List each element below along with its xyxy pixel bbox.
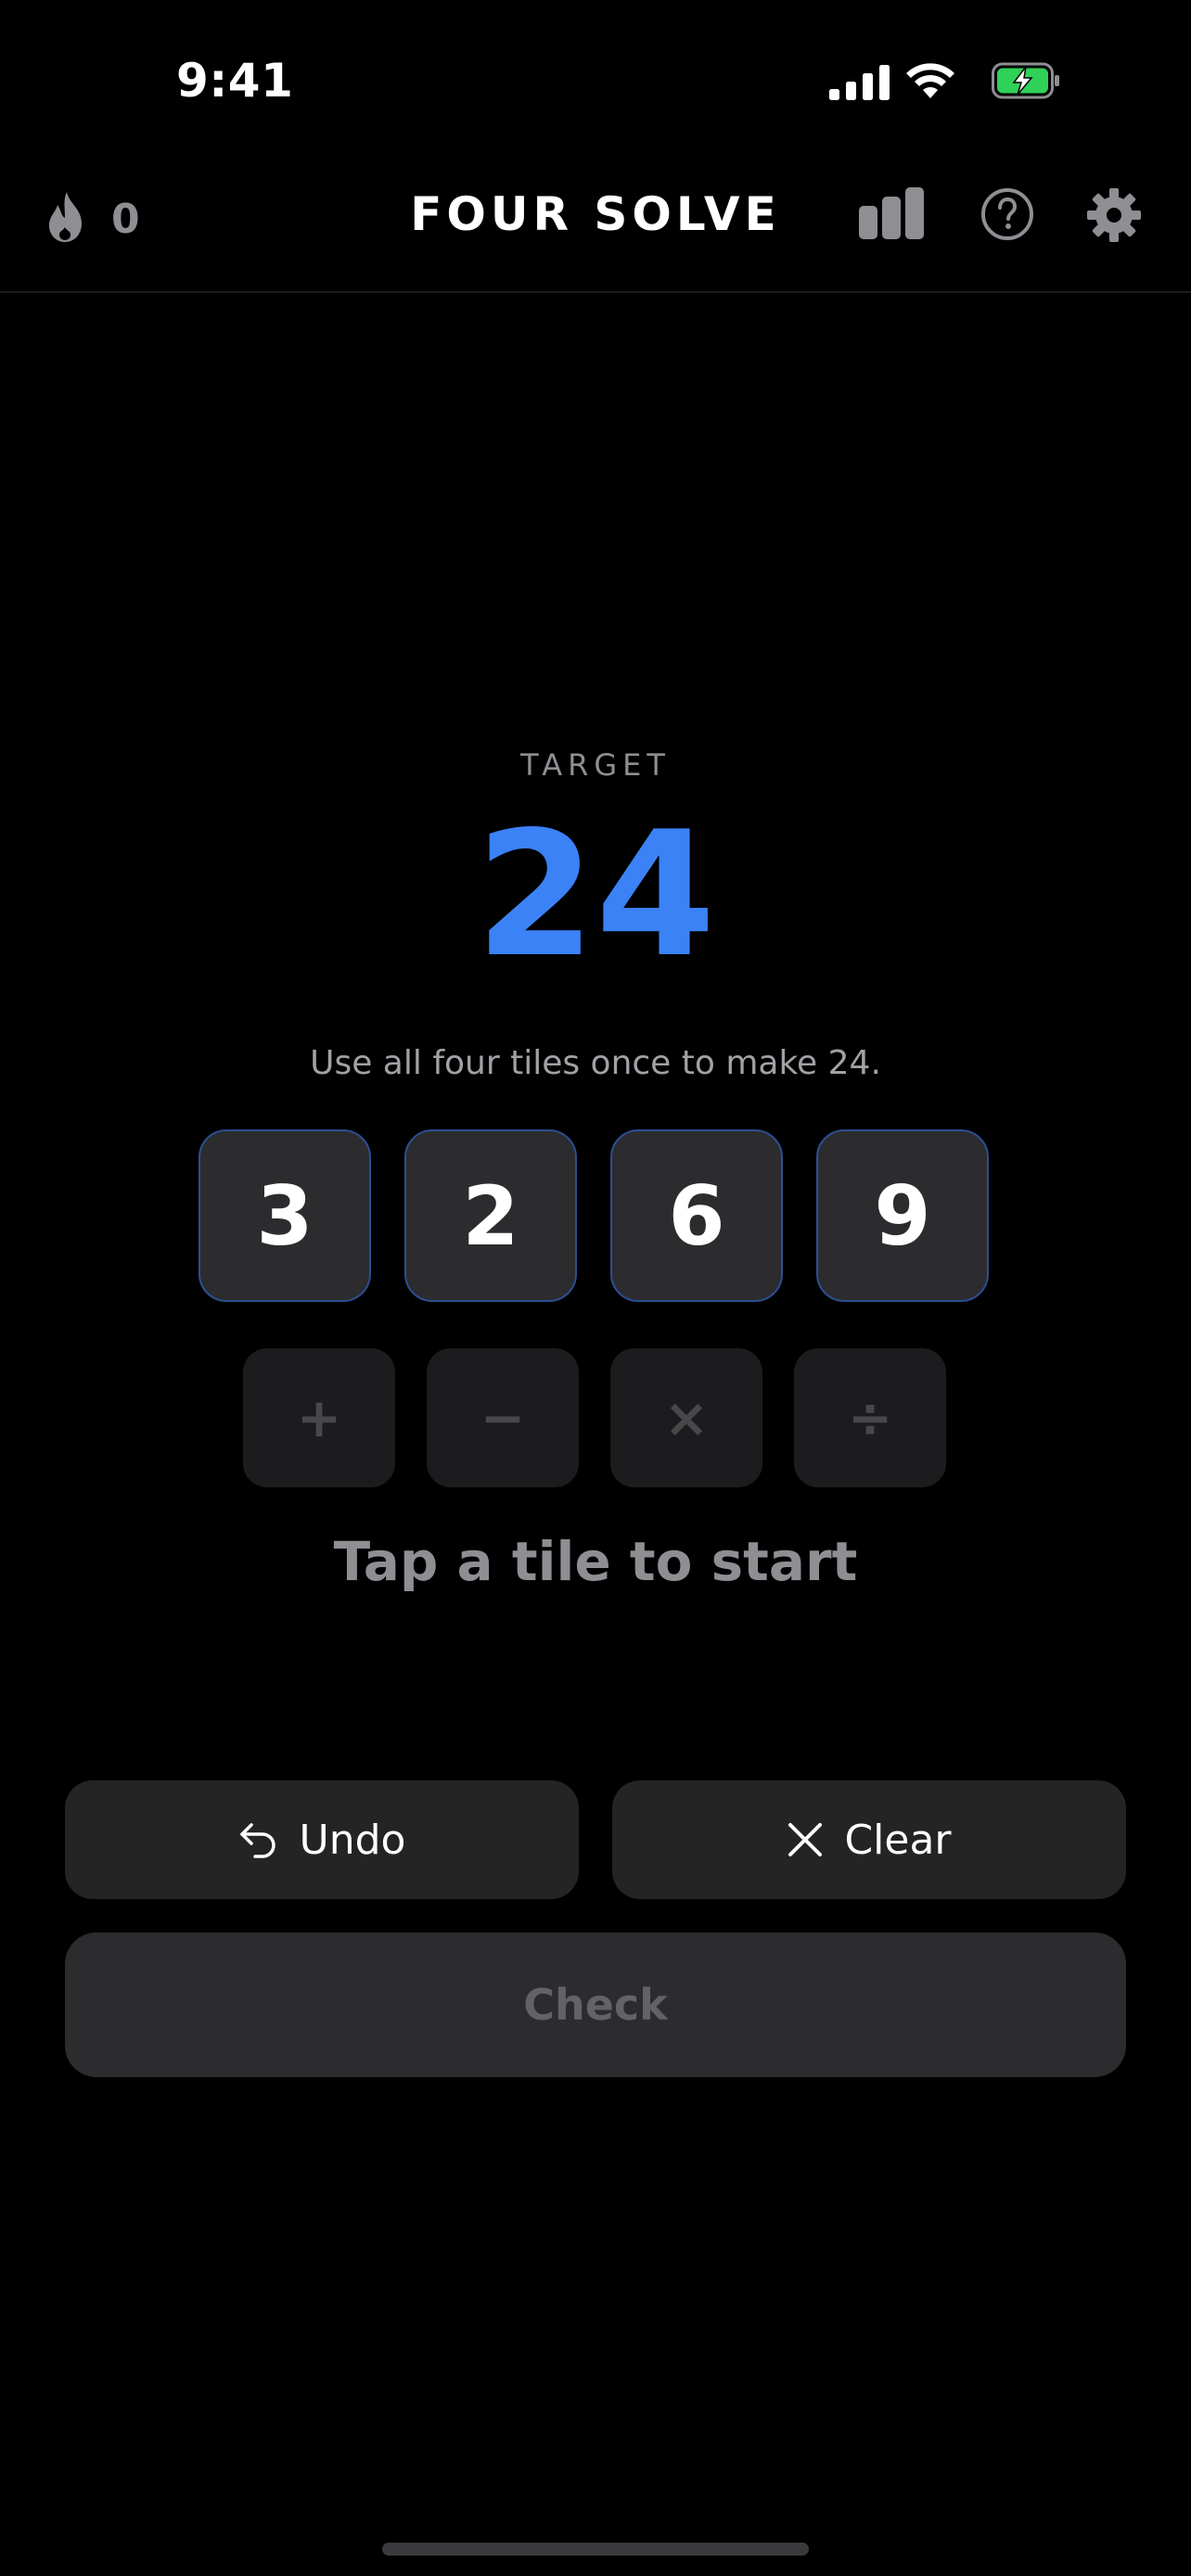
battery-charging-icon [992,62,1059,99]
help-button[interactable] [980,186,1035,246]
number-tile[interactable]: 3 [198,1129,371,1302]
home-indicator [382,2543,809,2556]
clear-label: Clear [844,1816,952,1864]
status-prompt: Tap a tile to start [333,1530,858,1593]
undo-button[interactable]: Undo [65,1780,579,1899]
app-header: 0 FOUR SOLVE [0,139,1191,293]
subtract-operator-button[interactable]: − [427,1348,579,1487]
number-tile[interactable]: 2 [404,1129,577,1302]
status-time: 9:41 [176,54,294,108]
close-icon [788,1823,823,1856]
clear-button[interactable]: Clear [612,1780,1126,1899]
divide-operator-button[interactable]: ÷ [794,1348,946,1487]
number-tiles: 3 2 6 9 [198,1129,992,1306]
operator-buttons: + − × ÷ [243,1348,948,1487]
cellular-signal-icon [829,65,890,100]
undo-arrow-icon [239,1823,275,1858]
multiply-operator-button[interactable]: × [610,1348,762,1487]
undo-label: Undo [299,1816,406,1864]
instruction-text: Use all four tiles once to make 24. [310,1044,881,1082]
gear-icon [1087,188,1141,242]
target-label: TARGET [520,747,671,783]
number-tile[interactable]: 9 [816,1129,989,1302]
stats-button[interactable] [857,187,926,243]
add-operator-button[interactable]: + [243,1348,395,1487]
question-circle-icon [981,188,1033,240]
wifi-icon [906,63,954,98]
target-value: 24 [475,794,716,995]
bar-chart-icon [859,187,924,239]
settings-button[interactable] [1085,186,1143,248]
check-button[interactable]: Check [65,1932,1126,2077]
number-tile[interactable]: 6 [610,1129,783,1302]
